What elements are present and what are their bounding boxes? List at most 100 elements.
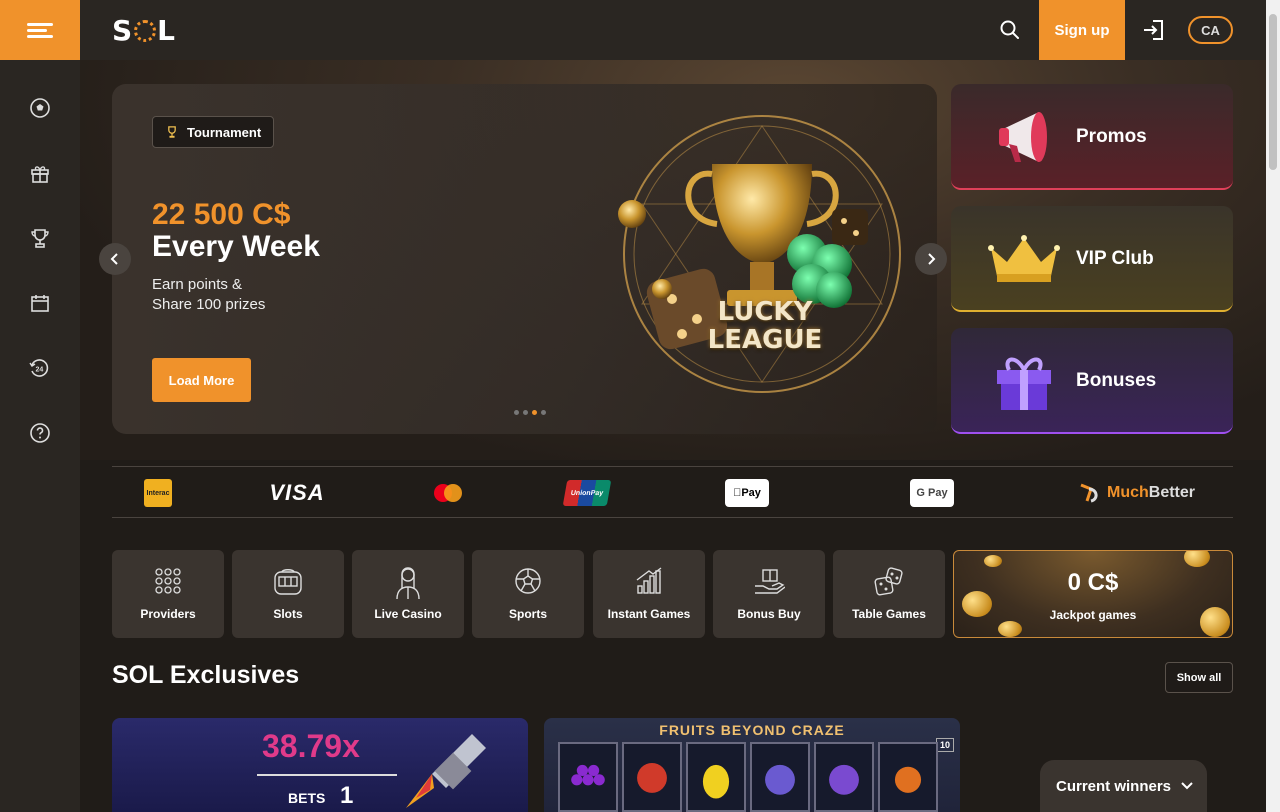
- soccer-ball-icon: [515, 568, 541, 594]
- apple-pay-text: Pay: [737, 487, 761, 499]
- current-winners-label: Current winners: [1056, 777, 1172, 795]
- lemon-icon: [702, 764, 730, 799]
- category-instant-games[interactable]: Instant Games: [593, 550, 705, 638]
- calendar-icon[interactable]: [24, 287, 56, 319]
- vip-club-label: VIP Club: [1076, 248, 1154, 269]
- google-pay-logo: G Pay: [909, 467, 955, 519]
- load-more-button[interactable]: Load More: [152, 358, 251, 402]
- game-multiplier: 38.79x: [262, 728, 360, 764]
- lucky-league-title: LUCKY LEAGUE: [690, 298, 840, 354]
- lucky-league-line1: LUCKY: [717, 297, 813, 327]
- hamburger-icon: [27, 20, 53, 41]
- slide-dot[interactable]: [523, 410, 528, 415]
- fruit-icon: [637, 763, 667, 793]
- lucky-league-line2: LEAGUE: [707, 325, 823, 355]
- category-live-casino[interactable]: Live Casino: [352, 550, 464, 638]
- unionpay-logo: UnionPay: [562, 467, 612, 519]
- apple-icon: : [733, 487, 741, 499]
- banner-subtitle-line2: Share 100 prizes: [152, 296, 266, 313]
- game-bets-value: 1: [340, 782, 354, 809]
- dice-icon: [874, 567, 903, 596]
- jackpot-label: Jackpot games: [1049, 608, 1137, 622]
- category-label: Live Casino: [374, 607, 442, 621]
- logo[interactable]: SL: [112, 12, 176, 48]
- sidebar: 24: [0, 60, 80, 812]
- language-selector[interactable]: CA: [1188, 16, 1233, 44]
- visa-logo: VISA: [269, 480, 325, 505]
- gift-icon[interactable]: [24, 157, 56, 189]
- chevron-down-icon: [1181, 782, 1193, 790]
- muchbetter-icon: [1080, 483, 1098, 503]
- bonuses-card[interactable]: Bonuses: [951, 328, 1233, 434]
- game-divider: [257, 774, 397, 776]
- game-card-rocket[interactable]: 38.79x BETS 1: [112, 718, 528, 812]
- category-sports[interactable]: Sports: [472, 550, 584, 638]
- reel: [558, 742, 618, 812]
- trophy-icon: [168, 126, 176, 138]
- category-table-games[interactable]: Table Games: [833, 550, 945, 638]
- next-slide-button[interactable]: [915, 243, 947, 275]
- logo-l: L: [157, 13, 177, 47]
- megaphone-icon: [999, 112, 1047, 162]
- coin-decoration: [984, 555, 1002, 567]
- chevron-left-icon: [110, 253, 118, 265]
- slot-machine-icon: [274, 569, 302, 595]
- slide-dots: [514, 410, 546, 415]
- promos-label: Promos: [1076, 126, 1147, 147]
- reel: [622, 742, 682, 812]
- bonuses-label: Bonuses: [1076, 370, 1157, 391]
- mastercard-logo: [428, 467, 468, 519]
- current-winners-button[interactable]: Current winners: [1040, 760, 1207, 812]
- section-title: SOL Exclusives: [112, 661, 300, 689]
- muchbetter-text-a: Much: [1106, 484, 1149, 501]
- category-slots[interactable]: Slots: [232, 550, 344, 638]
- coin-decoration: [1184, 551, 1210, 567]
- login-icon[interactable]: [1138, 14, 1170, 46]
- category-providers[interactable]: Providers: [112, 550, 224, 638]
- rocket-icon: [406, 734, 486, 808]
- slide-dot[interactable]: [514, 410, 519, 415]
- sun-icon: [134, 20, 157, 42]
- category-label: Providers: [140, 607, 196, 621]
- interac-mark: Interac: [144, 479, 172, 507]
- soccer-ball-icon[interactable]: [24, 92, 56, 124]
- reel: [814, 742, 874, 812]
- tournament-badge-label: Tournament: [187, 124, 262, 140]
- category-label: Table Games: [852, 607, 926, 621]
- game-title: FRUITS BEYOND CRAZE: [659, 722, 845, 738]
- slide-dot[interactable]: [541, 410, 546, 415]
- reels: [558, 742, 938, 812]
- unionpay-mark: UnionPay: [562, 480, 612, 506]
- menu-button[interactable]: [0, 0, 80, 60]
- prev-slide-button[interactable]: [99, 243, 131, 275]
- apple-pay-logo: Pay: [724, 467, 770, 519]
- category-label: Sports: [508, 607, 547, 621]
- slide-dot-active[interactable]: [532, 410, 537, 415]
- promos-card[interactable]: Promos: [951, 84, 1233, 190]
- signup-button[interactable]: Sign up: [1039, 0, 1125, 60]
- google-pay-mark: G Pay: [910, 479, 954, 507]
- jackpot-games-card[interactable]: 0 C$ Jackpot games: [953, 550, 1233, 638]
- game-bets-label: BETS: [288, 790, 326, 806]
- vip-club-card[interactable]: VIP Club: [951, 206, 1233, 312]
- chevron-right-icon: [928, 253, 936, 265]
- trophy-icon[interactable]: [24, 222, 56, 254]
- logo-s: S: [112, 13, 134, 47]
- search-icon[interactable]: [994, 14, 1026, 46]
- reel: [686, 742, 746, 812]
- tournament-badge: Tournament: [152, 116, 275, 148]
- show-all-button[interactable]: Show all: [1165, 662, 1233, 693]
- support-24-icon[interactable]: 24: [24, 352, 56, 384]
- orange-icon: [894, 766, 922, 793]
- gift-box-icon: [997, 357, 1051, 410]
- category-label: Slots: [273, 607, 303, 621]
- scrollbar-thumb[interactable]: [1269, 14, 1277, 170]
- muchbetter-logo: Much Better: [1070, 467, 1202, 519]
- help-icon[interactable]: [24, 417, 56, 449]
- game-card-fruits[interactable]: FRUITS BEYOND CRAZE 10: [544, 718, 960, 812]
- svg-text:24: 24: [36, 367, 44, 374]
- dealer-icon: [396, 567, 420, 600]
- game-badge: 10: [936, 738, 954, 752]
- category-bonus-buy[interactable]: Bonus Buy: [713, 550, 825, 638]
- crown-icon: [988, 235, 1060, 282]
